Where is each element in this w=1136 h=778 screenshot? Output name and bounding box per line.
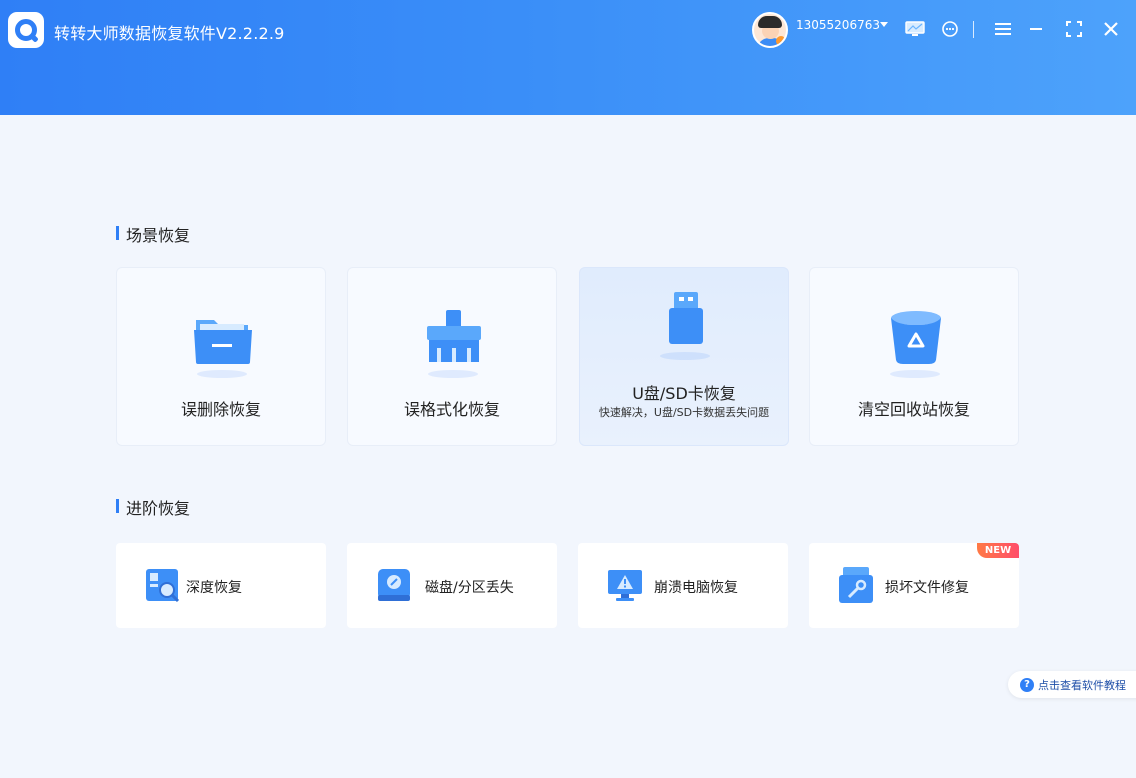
card-label: 误删除恢复 [180,400,261,419]
card-label: 误格式化恢复 [403,400,500,419]
recycle-bin-icon [885,308,947,374]
section-title-advanced: 进阶恢复 [116,495,190,519]
card-label: 深度恢复 [186,580,242,596]
app-title: 转转大师数据恢复软件V2.2.2.9 [54,24,285,43]
caret-down-icon[interactable] [880,22,888,27]
crashed-monitor-icon [606,567,644,605]
help-tutorial-button[interactable]: ? 点击查看软件教程 [1008,671,1136,698]
help-label: 点击查看软件教程 [1038,678,1126,692]
user-phone[interactable]: 13055206763 [796,18,880,32]
file-repair-icon [837,567,875,605]
card-label: 清空回收站恢复 [857,400,970,419]
avatar[interactable] [752,12,788,48]
card-label: U盘/SD卡恢复 [632,384,736,403]
card-deleted-recovery[interactable]: 误删除恢复 [116,267,326,446]
card-recycle-bin-recovery[interactable]: 清空回收站恢复 [809,267,1019,446]
card-label: 损坏文件修复 [885,580,969,596]
card-label: 磁盘/分区丢失 [425,580,514,596]
card-file-repair[interactable]: NEW 损坏文件修复 [809,543,1019,628]
app-logo-icon [8,12,44,48]
card-format-recovery[interactable]: 误格式化恢复 [347,267,557,446]
card-subtitle: 快速解决，U盘/SD卡数据丢失问题 [598,406,770,419]
card-disk-partition-lost[interactable]: 磁盘/分区丢失 [347,543,557,628]
card-usb-sd-recovery[interactable]: U盘/SD卡恢复 快速解决，U盘/SD卡数据丢失问题 [579,267,789,446]
chat-icon[interactable] [939,18,961,40]
card-crashed-pc-recovery[interactable]: 崩溃电脑恢复 [578,543,788,628]
minimize-icon[interactable] [1025,18,1047,40]
maximize-icon[interactable] [1063,18,1085,40]
section-title-scene: 场景恢复 [116,222,190,246]
card-deep-recovery[interactable]: 深度恢复 [116,543,326,628]
new-badge: NEW [977,543,1019,558]
header-divider [973,21,974,38]
deep-scan-icon [144,567,182,605]
monitor-icon[interactable] [904,18,926,40]
brush-icon [423,308,485,374]
disk-icon [375,567,413,605]
usb-drive-icon [655,290,717,356]
menu-icon[interactable] [992,18,1014,40]
folder-icon [192,308,254,374]
title-bar: 转转大师数据恢复软件V2.2.2.9 13055206763 [0,0,1136,115]
question-icon: ? [1020,677,1034,692]
card-label: 崩溃电脑恢复 [654,580,738,596]
close-icon[interactable] [1100,18,1122,40]
